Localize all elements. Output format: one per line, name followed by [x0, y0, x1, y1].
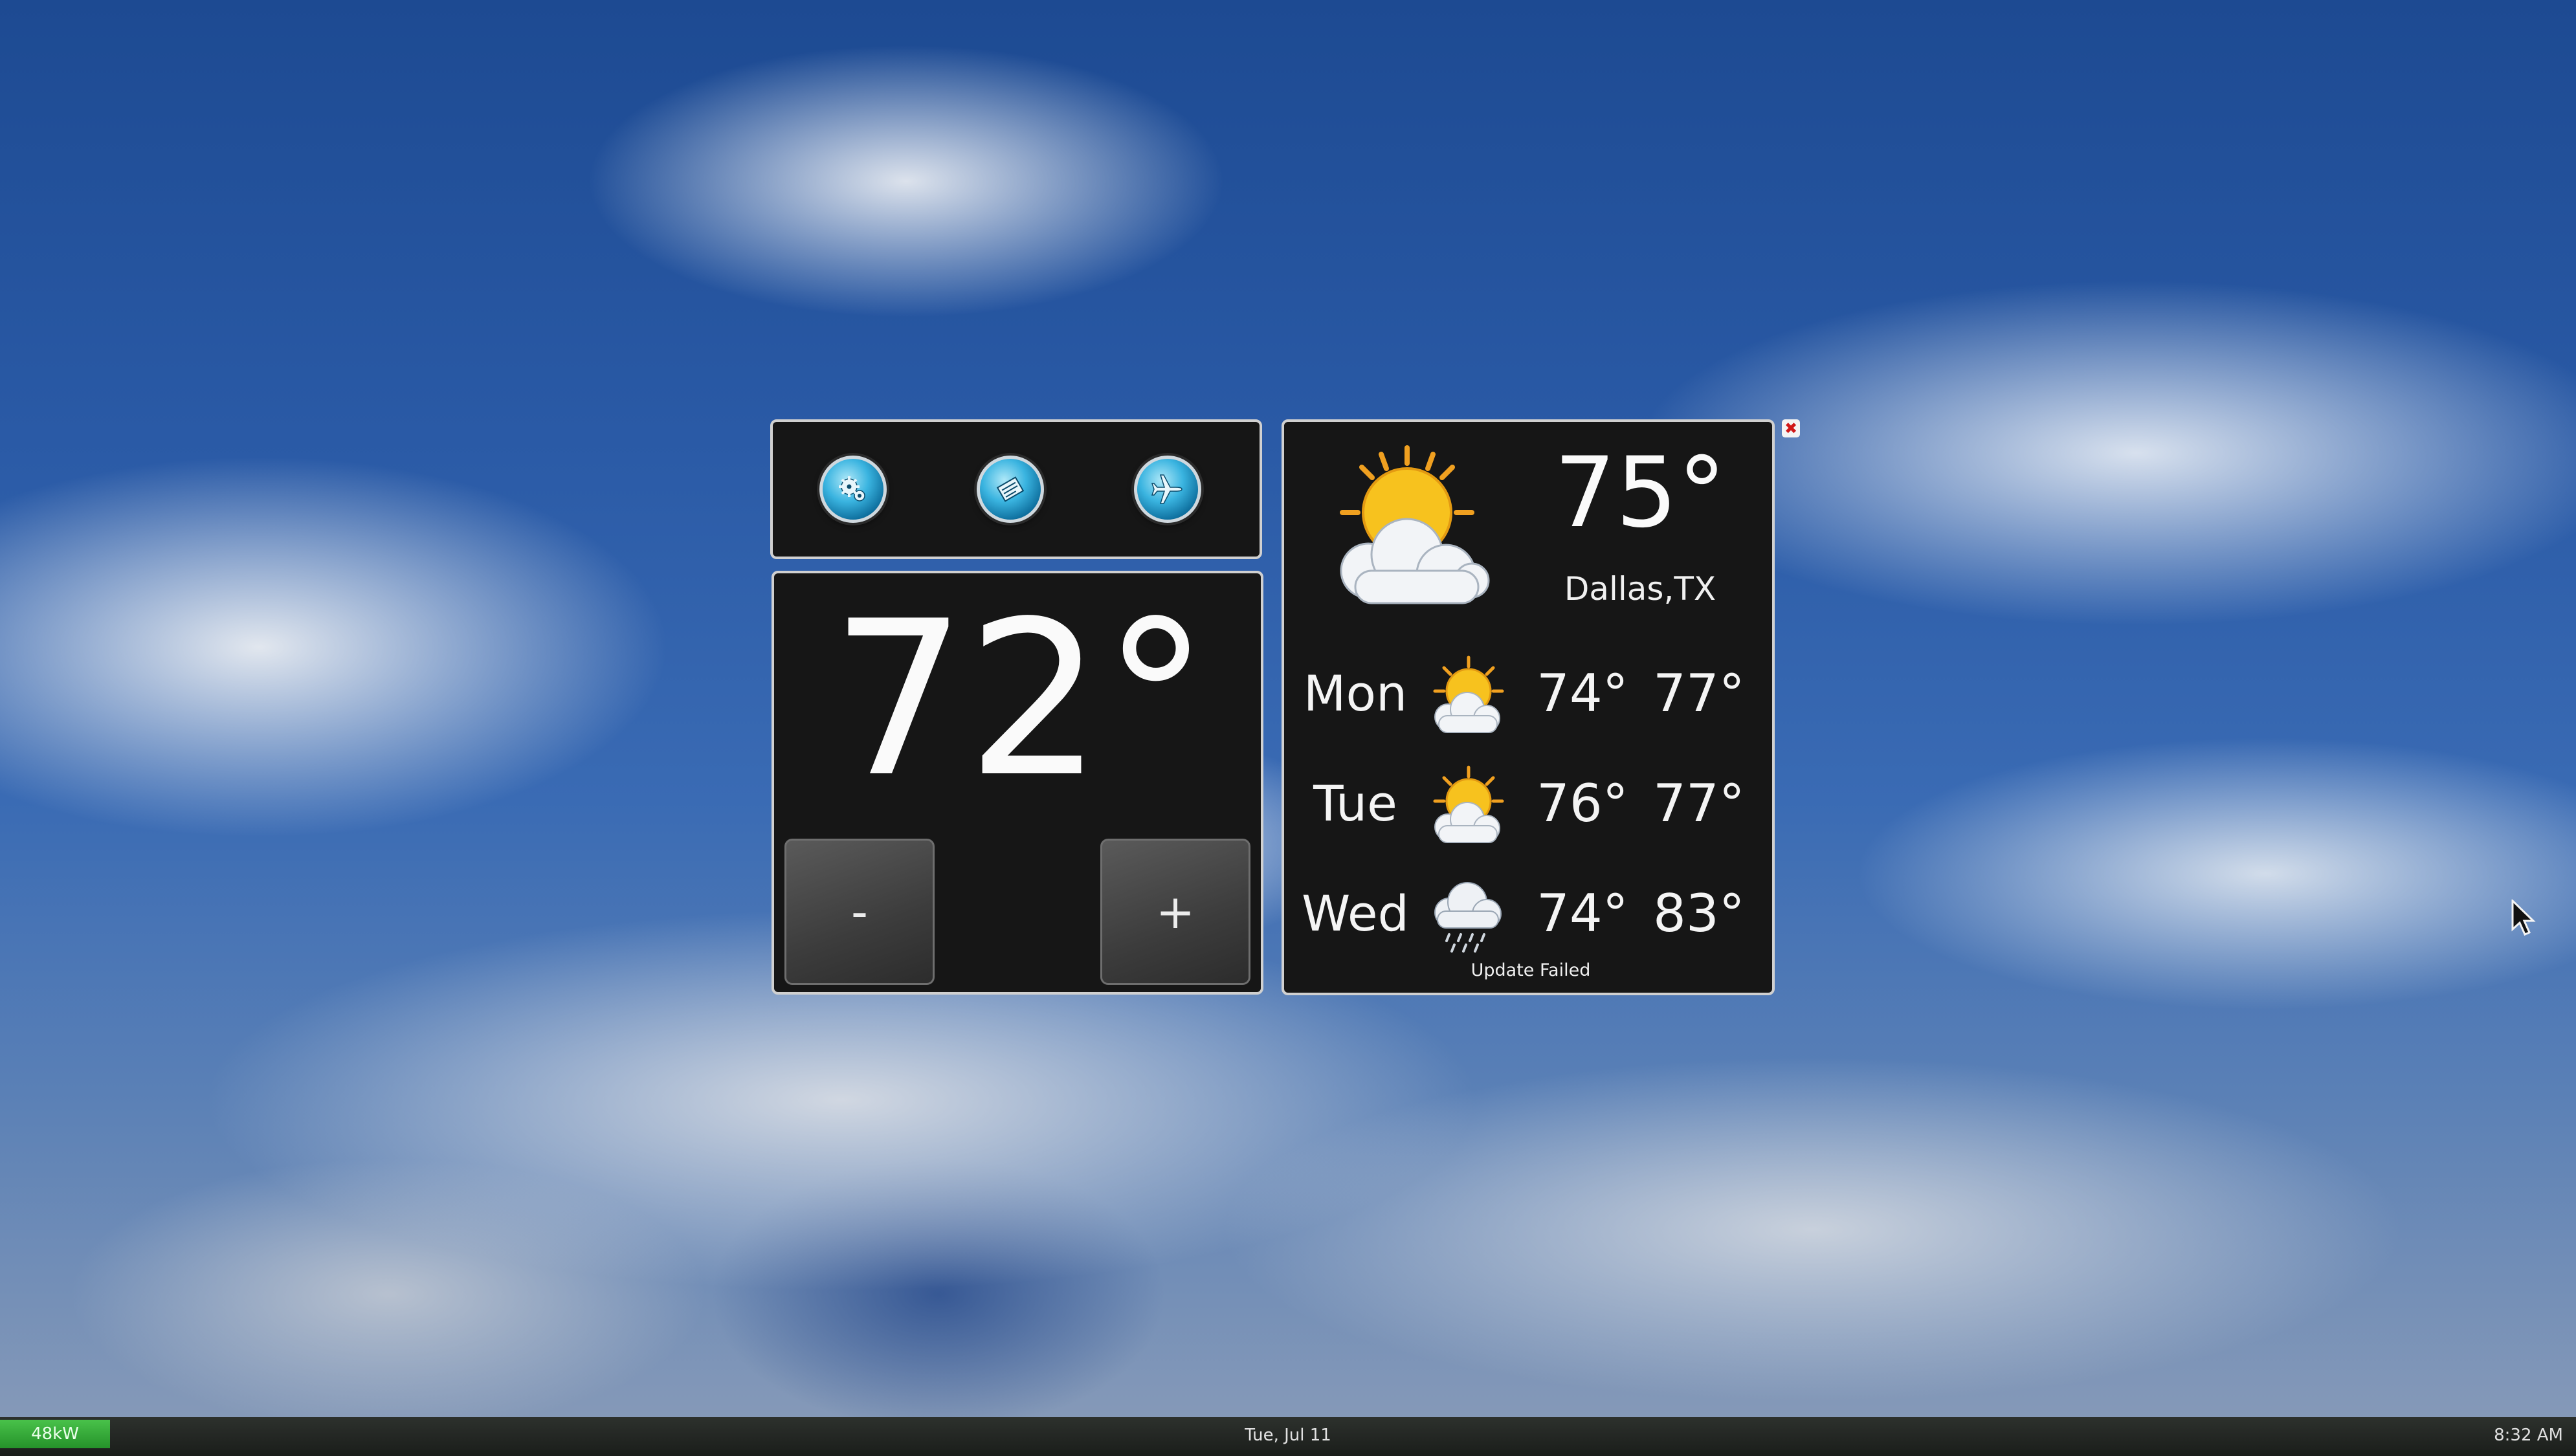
forecast-low: 74° [1537, 663, 1628, 723]
forecast-row-wed: Wed 74° 83° [1284, 868, 1777, 959]
mouse-pointer-icon [2511, 899, 2536, 936]
close-weather-button[interactable]: ✖ [1782, 419, 1800, 437]
location-label: Dallas,TX [1564, 570, 1716, 608]
partly-sunny-icon [1340, 445, 1490, 604]
forecast-row-tue: Tue 76° 77° [1284, 758, 1777, 849]
power-usage-indicator[interactable]: 48kW [0, 1420, 110, 1448]
update-status: Update Failed [1471, 960, 1591, 980]
forecast-high: 83° [1653, 883, 1745, 943]
forecast-day: Tue [1313, 775, 1397, 832]
forecast-row-mon: Mon 74° 77° [1284, 648, 1777, 739]
toolbar-panel [770, 419, 1262, 559]
settings-gear-icon [839, 476, 865, 502]
forecast-low: 74° [1537, 883, 1628, 943]
thermostat-panel: 72° - + [772, 571, 1263, 995]
close-icon: ✖ [1784, 419, 1798, 437]
settings-button[interactable] [819, 456, 887, 523]
taskbar: 48kW Tue, Jul 11 8:32 AM [0, 1417, 2576, 1456]
notes-button[interactable] [977, 456, 1044, 523]
rain-cloud-icon [1434, 882, 1502, 953]
decrease-temp-button[interactable]: - [784, 839, 935, 985]
taskbar-clock: 8:32 AM [2494, 1426, 2563, 1445]
partly-sunny-icon [1433, 656, 1504, 733]
forecast-high: 77° [1653, 773, 1745, 833]
increase-temp-button[interactable]: + [1100, 839, 1250, 985]
desktop-background: 72° - + 75° Dallas,TX Mon 74° 77° Tue 76… [0, 0, 2576, 1456]
taskbar-date: Tue, Jul 11 [1245, 1426, 1331, 1445]
partly-sunny-icon [1433, 766, 1504, 843]
forecast-low: 76° [1537, 773, 1628, 833]
current-temperature: 75° [1554, 437, 1726, 549]
forecast-high: 77° [1653, 663, 1745, 723]
notes-icon [996, 476, 1025, 502]
away-mode-button[interactable] [1134, 456, 1201, 523]
airplane-away-icon [1151, 474, 1183, 504]
weather-panel: 75° Dallas,TX Mon 74° 77° Tue 76° 77° We… [1282, 419, 1775, 995]
forecast-day: Mon [1303, 665, 1408, 722]
setpoint-temperature: 72° [830, 575, 1210, 824]
forecast-day: Wed [1302, 885, 1409, 942]
